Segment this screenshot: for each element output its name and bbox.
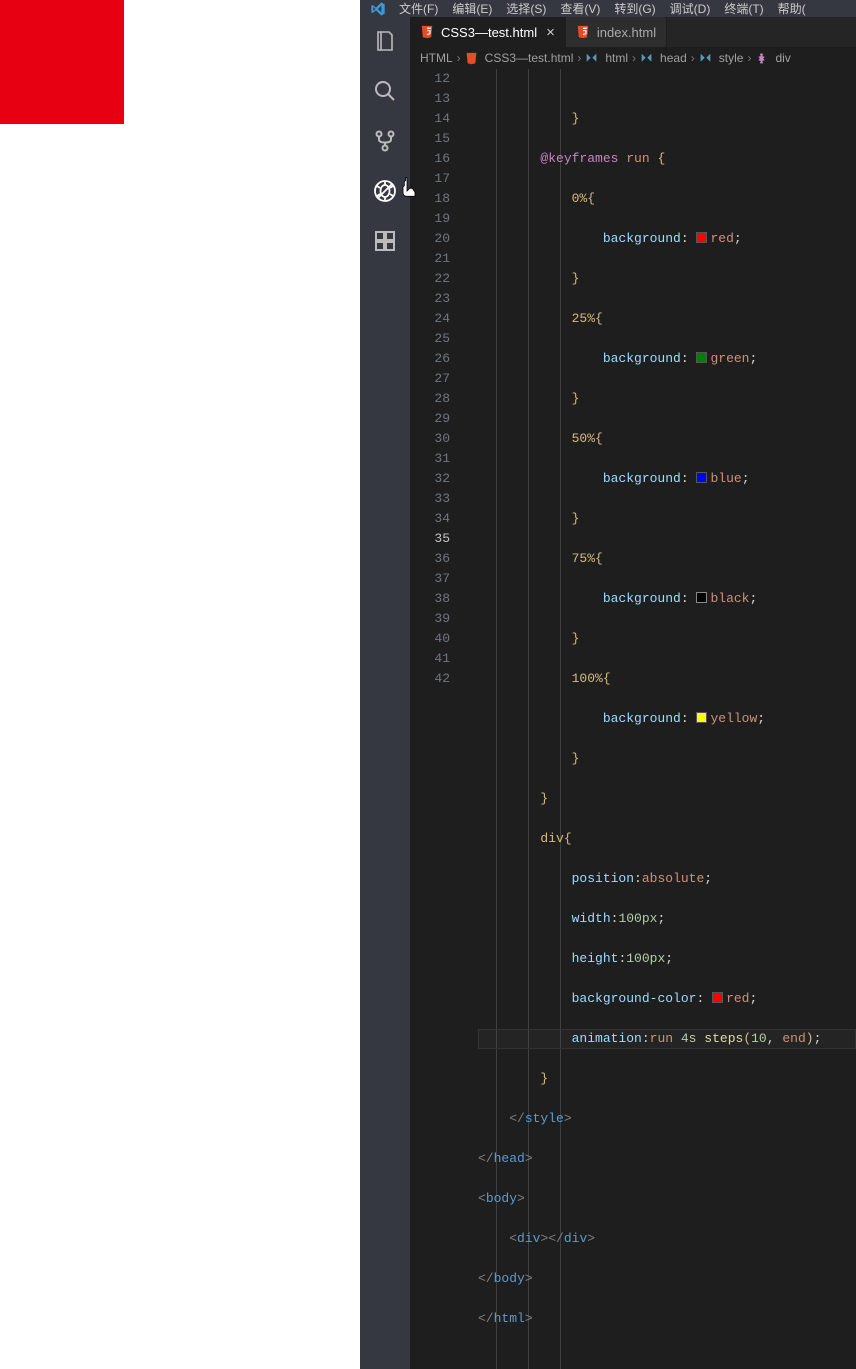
search-icon[interactable] xyxy=(373,79,397,103)
vscode-window: 文件(F) 编辑(E) 选择(S) 查看(V) 转到(G) 调试(D) 终端(T… xyxy=(360,0,856,785)
menu-terminal[interactable]: 终端(T) xyxy=(717,0,770,17)
vscode-logo-icon xyxy=(364,1,392,17)
activity-bar xyxy=(360,17,410,1369)
menu-file[interactable]: 文件(F) xyxy=(392,0,445,17)
code-content[interactable]: } @keyframes run { 0%{ background: red; … xyxy=(468,69,856,1369)
breadcrumb-div: div xyxy=(775,51,790,65)
preview-red-box xyxy=(0,0,124,124)
html5-icon xyxy=(465,52,481,65)
css-icon xyxy=(755,52,771,65)
close-icon[interactable]: × xyxy=(546,24,555,41)
breadcrumb-file: CSS3—test.html xyxy=(485,51,574,65)
tag-icon xyxy=(640,52,656,65)
extensions-icon[interactable] xyxy=(373,229,397,253)
tab-bar: CSS3—test.html × index.html xyxy=(410,17,856,47)
code-editor[interactable]: 1213141516171819202122232425262728293031… xyxy=(410,69,856,1369)
explorer-icon[interactable] xyxy=(373,29,397,53)
tag-icon xyxy=(585,52,601,65)
tab-label: CSS3—test.html xyxy=(441,25,537,40)
menu-edit[interactable]: 编辑(E) xyxy=(445,0,499,17)
pointer-cursor-icon xyxy=(399,175,423,204)
line-gutter: 1213141516171819202122232425262728293031… xyxy=(410,69,468,1369)
breadcrumb-folder: HTML xyxy=(420,51,453,65)
menu-view[interactable]: 查看(V) xyxy=(553,0,607,17)
source-control-icon[interactable] xyxy=(373,129,397,153)
breadcrumb[interactable]: HTML › CSS3—test.html › html › head › st… xyxy=(410,47,856,69)
menu-debug[interactable]: 调试(D) xyxy=(663,0,718,17)
breadcrumb-html: html xyxy=(605,51,628,65)
breadcrumb-head: head xyxy=(660,51,687,65)
tab-index[interactable]: index.html xyxy=(566,17,667,47)
menu-select[interactable]: 选择(S) xyxy=(499,0,553,17)
tab-label: index.html xyxy=(597,25,656,40)
menu-help[interactable]: 帮助( xyxy=(771,0,813,17)
menu-bar: 文件(F) 编辑(E) 选择(S) 查看(V) 转到(G) 调试(D) 终端(T… xyxy=(360,0,856,17)
tab-css3-test[interactable]: CSS3—test.html × xyxy=(410,17,566,47)
menu-goto[interactable]: 转到(G) xyxy=(607,0,662,17)
debug-disabled-icon[interactable] xyxy=(373,179,397,203)
tag-icon xyxy=(699,52,715,65)
breadcrumb-style: style xyxy=(719,51,744,65)
